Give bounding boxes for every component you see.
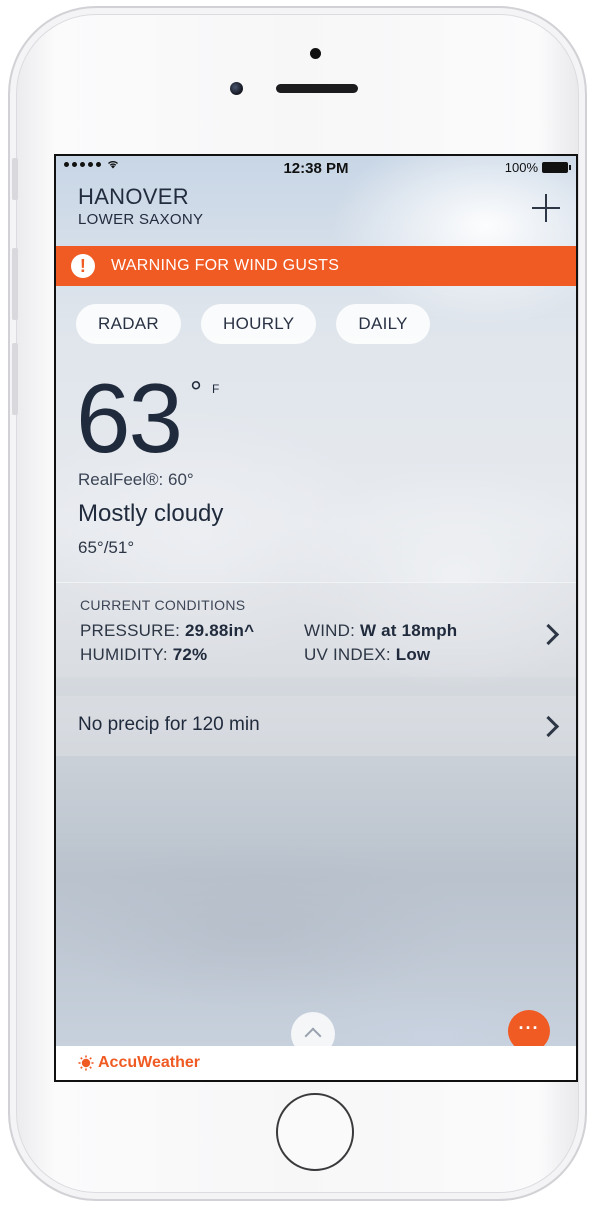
current-conditions-header: CURRENT CONDITIONS: [80, 597, 246, 613]
hourly-button[interactable]: HOURLY: [201, 304, 317, 344]
current-conditions-panel[interactable]: CURRENT CONDITIONS PRESSURE: 29.88in^ HU…: [56, 582, 576, 677]
alert-text: WARNING FOR WIND GUSTS: [111, 257, 340, 274]
sun-icon: [78, 1055, 94, 1071]
exclamation-icon: !: [71, 254, 95, 278]
earpiece-speaker: [276, 84, 358, 93]
battery-status: 100%: [504, 160, 571, 175]
view-tabs: RADAR HOURLY DAILY: [76, 304, 430, 344]
chevron-right-icon: [537, 623, 560, 646]
pressure-reading: PRESSURE: 29.88in^: [80, 621, 254, 641]
daily-button[interactable]: DAILY: [336, 304, 430, 344]
volume-up-button: [12, 248, 18, 320]
mute-switch: [12, 158, 18, 200]
temperature-unit: F: [212, 382, 220, 396]
status-time: 12:38 PM: [283, 160, 349, 177]
pressure-value: 29.88in: [185, 621, 245, 640]
battery-icon: [542, 162, 571, 173]
temperature-value: 63: [76, 363, 183, 473]
uv-index-value: Low: [395, 645, 431, 664]
realfeel-temperature: RealFeel®: 60°: [78, 470, 194, 489]
humidity-value: 72%: [172, 645, 208, 664]
app-screen: 12:38 PM 100% HANOVER LOWER SAXONY ! WAR…: [54, 154, 578, 1082]
uv-index-label: UV INDEX:: [304, 645, 391, 664]
high-low-temperature: 65°/51°: [78, 538, 135, 557]
weather-alert-banner[interactable]: ! WARNING FOR WIND GUSTS: [56, 246, 576, 286]
city-name: HANOVER: [78, 184, 189, 209]
wind-label: WIND:: [304, 621, 356, 640]
precipitation-text: No precip for 120 min: [78, 714, 260, 735]
phone-frame: 12:38 PM 100% HANOVER LOWER SAXONY ! WAR…: [8, 6, 587, 1201]
region-name: LOWER SAXONY: [78, 211, 204, 228]
degree-symbol: °: [190, 376, 202, 409]
front-camera: [230, 82, 243, 95]
accuweather-logo: AccuWeather: [98, 1054, 200, 1071]
uv-index-reading: UV INDEX: Low: [304, 645, 430, 665]
precipitation-forecast-row[interactable]: No precip for 120 min: [56, 696, 576, 756]
current-temperature: 63 ° F: [76, 363, 219, 473]
wind-value: W at 18mph: [359, 621, 458, 640]
battery-percent: 100%: [504, 160, 538, 175]
weather-condition: Mostly cloudy: [78, 500, 224, 527]
humidity-reading: HUMIDITY: 72%: [80, 645, 207, 665]
chevron-right-icon: [537, 715, 560, 738]
location-header[interactable]: HANOVER LOWER SAXONY: [78, 184, 203, 228]
pressure-trend-icon: ^: [244, 621, 255, 640]
humidity-label: HUMIDITY:: [80, 645, 168, 664]
volume-down-button: [12, 343, 18, 415]
radar-button[interactable]: RADAR: [76, 304, 182, 344]
home-button[interactable]: [276, 1093, 354, 1171]
footer-bar: AccuWeather: [56, 1046, 576, 1080]
wind-reading: WIND: W at 18mph: [304, 621, 457, 641]
add-location-button[interactable]: [532, 194, 560, 222]
proximity-sensor: [310, 48, 321, 59]
status-bar: 12:38 PM 100%: [56, 156, 576, 178]
pressure-label: PRESSURE:: [80, 621, 181, 640]
